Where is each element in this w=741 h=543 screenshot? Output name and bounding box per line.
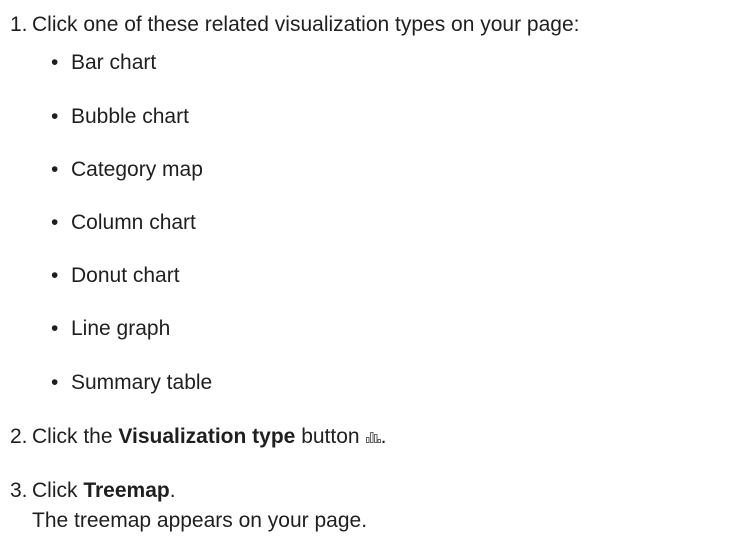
bullet-dot: • xyxy=(51,51,59,74)
step-1-text: Click one of these related visualization… xyxy=(32,13,580,36)
instructions-document: 1. Click one of these related visualizat… xyxy=(0,0,741,543)
step-3-number: 3. xyxy=(10,479,28,502)
step-3-text: Click Treemap. xyxy=(32,478,176,503)
treemap-term: Treemap xyxy=(83,479,170,502)
step-2-end: . xyxy=(380,425,387,448)
step-2-suffix: button xyxy=(295,425,360,448)
bullet-dot: • xyxy=(51,105,59,128)
bullet-dot: • xyxy=(51,317,59,340)
bullet-label: Bubble chart xyxy=(71,105,189,128)
bullet-dot: • xyxy=(51,211,59,234)
step-2-number: 2. xyxy=(10,425,28,448)
bullet-label: Column chart xyxy=(71,211,196,234)
bullet-label: Category map xyxy=(71,158,203,181)
step-2-text: Click the Visualization type button. xyxy=(32,424,386,449)
step-3-end: . xyxy=(169,479,176,502)
bullet-label: Line graph xyxy=(71,317,171,340)
bullet-label: Summary table xyxy=(71,371,213,394)
bullet-dot: • xyxy=(51,264,59,287)
visualization-type-term: Visualization type xyxy=(118,425,296,448)
step-2-prefix: Click the xyxy=(32,425,119,448)
visualization-type-icon xyxy=(365,431,381,443)
bullet-label: Bar chart xyxy=(71,51,157,74)
step-3-result: The treemap appears on your page. xyxy=(32,509,368,532)
bullet-dot: • xyxy=(51,158,59,181)
step-1-number: 1. xyxy=(10,13,28,36)
bullet-label: Donut chart xyxy=(71,264,180,287)
step-3-prefix: Click xyxy=(32,479,84,502)
bullet-dot: • xyxy=(51,371,59,394)
